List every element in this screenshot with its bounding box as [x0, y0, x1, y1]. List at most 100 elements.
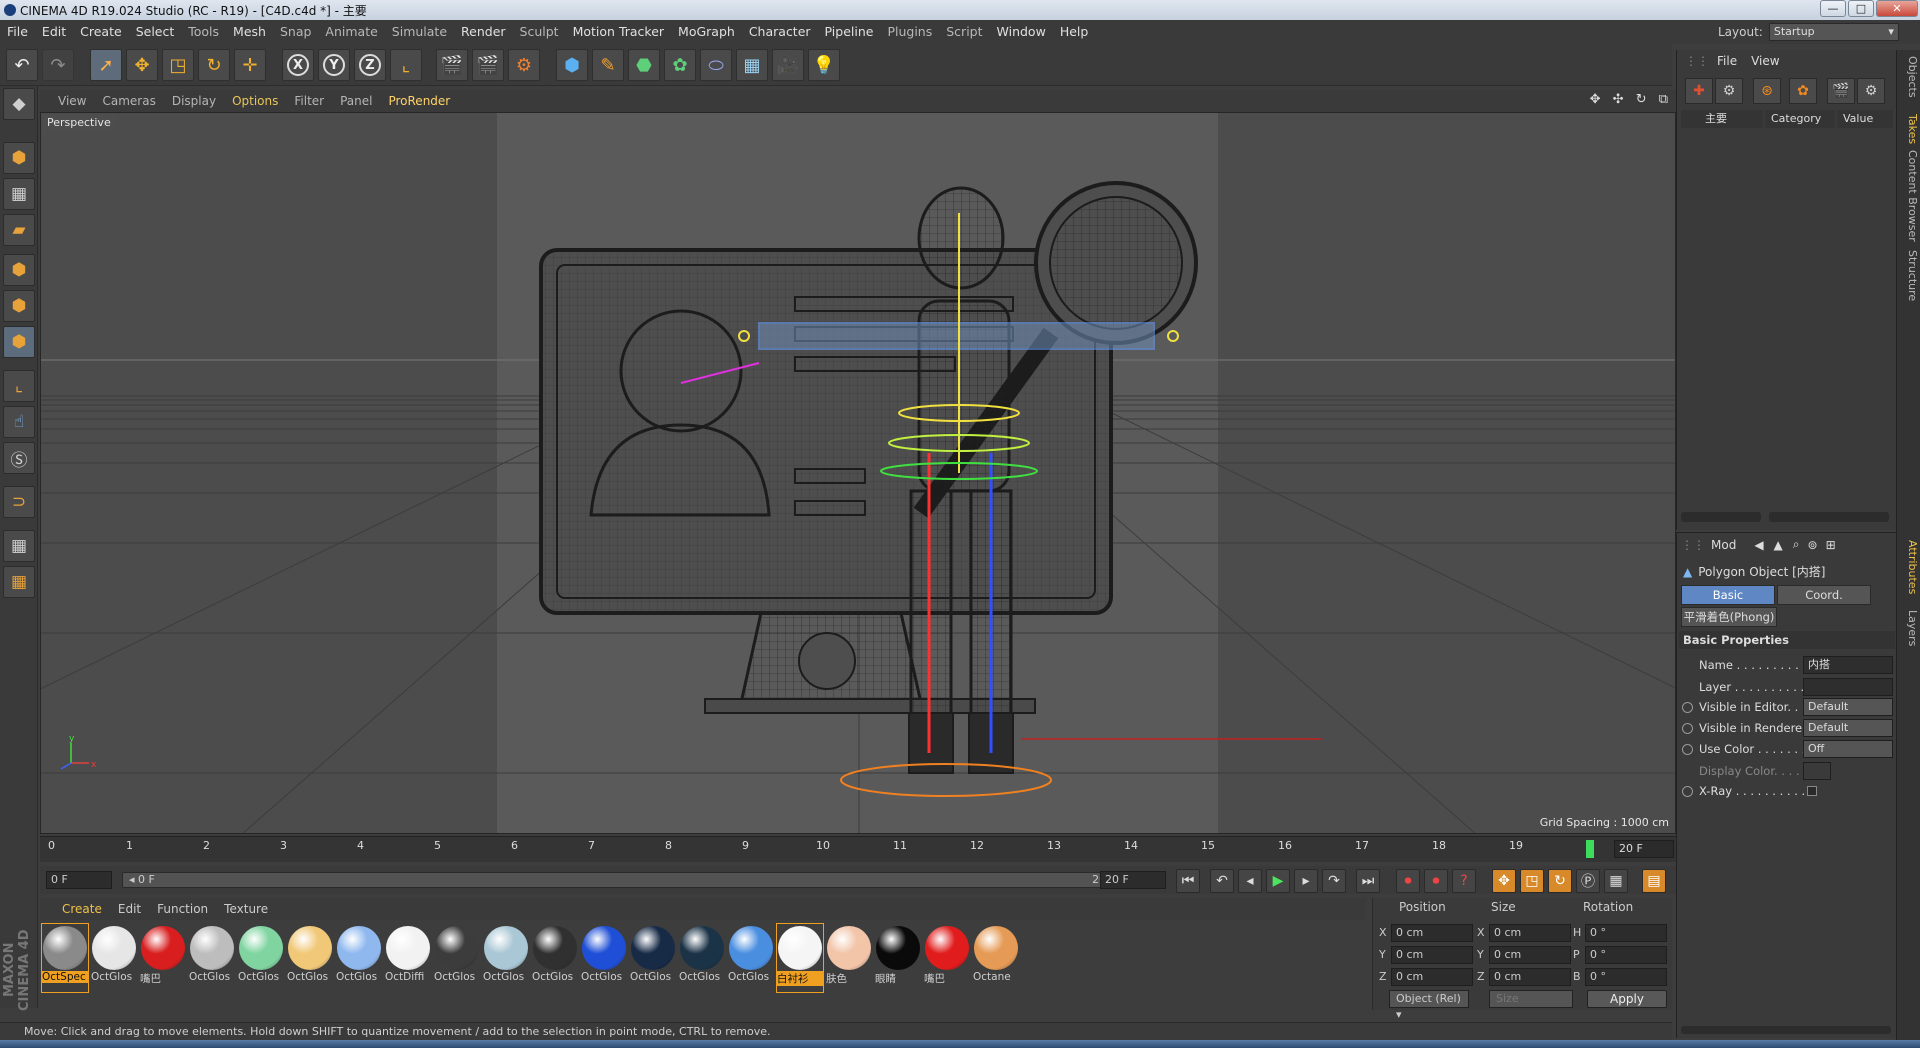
pen-icon[interactable]: ✎: [592, 49, 624, 81]
search-icon[interactable]: ⌕: [1793, 537, 1800, 552]
rot-h-field[interactable]: 0 °: [1585, 924, 1667, 942]
take-add-icon[interactable]: ✚: [1685, 78, 1713, 104]
subdivision-icon[interactable]: ⬣: [628, 49, 660, 81]
model-mode-icon[interactable]: ⬢: [3, 142, 35, 174]
material-swatch[interactable]: 嘴巴: [140, 924, 186, 992]
menu-file[interactable]: File: [0, 20, 35, 44]
size-z-field[interactable]: 0 cm: [1489, 968, 1571, 986]
material-swatch[interactable]: OctGlos: [238, 924, 284, 992]
take-lock-icon[interactable]: ✿: [1789, 78, 1817, 104]
viewport-menu-prorender[interactable]: ProRender: [380, 90, 458, 112]
material-swatch[interactable]: OctGlos: [581, 924, 627, 992]
takes-scrollbar-left[interactable]: [1681, 512, 1761, 522]
menu-window[interactable]: Window: [990, 20, 1053, 44]
material-swatch[interactable]: OctGlos: [434, 924, 480, 992]
start-frame-field[interactable]: 0 F: [46, 871, 112, 889]
play-icon[interactable]: ▶: [1266, 869, 1290, 893]
menu-pipeline[interactable]: Pipeline: [818, 20, 881, 44]
points-mode-icon[interactable]: ⬢: [3, 254, 35, 286]
material-swatch[interactable]: 眼睛: [875, 924, 921, 992]
anim-radio[interactable]: [1682, 702, 1693, 713]
key-pla-icon[interactable]: ▦: [1604, 869, 1628, 893]
rot-p-field[interactable]: 0 °: [1585, 946, 1667, 964]
material-swatch[interactable]: OctSpec: [41, 923, 89, 993]
locked-workplane-icon[interactable]: ▦: [3, 530, 35, 562]
take-auto-icon[interactable]: ⊛: [1753, 78, 1781, 104]
snap-icon[interactable]: Ⓢ: [3, 442, 35, 474]
axis-mode-icon[interactable]: ⌞: [3, 370, 35, 402]
next-frame-icon[interactable]: ▸: [1294, 869, 1318, 893]
side-tab-attributes[interactable]: Attributes: [1899, 540, 1919, 594]
material-swatch[interactable]: 肤色: [826, 924, 872, 992]
rotate-icon[interactable]: ↻: [198, 49, 230, 81]
material-swatch[interactable]: OctGlos: [483, 924, 529, 992]
texture-mode-icon[interactable]: ▦: [3, 178, 35, 210]
prop-name-field[interactable]: 内搭: [1803, 656, 1893, 674]
viewport-menu-panel[interactable]: Panel: [332, 90, 380, 112]
material-menu-function[interactable]: Function: [149, 898, 216, 920]
record-active-icon[interactable]: ⏺: [1396, 869, 1420, 893]
mograph-cloner-icon[interactable]: ✿: [664, 49, 696, 81]
menu-simulate[interactable]: Simulate: [385, 20, 454, 44]
menu-select[interactable]: Select: [129, 20, 182, 44]
y-axis-lock-icon[interactable]: Y: [318, 49, 350, 81]
takes-menu-view[interactable]: View: [1751, 54, 1779, 68]
go-to-end-icon[interactable]: ⏭: [1356, 869, 1380, 893]
viewport-menu-filter[interactable]: Filter: [286, 90, 332, 112]
coordinate-system-icon[interactable]: ⌞: [390, 49, 422, 81]
takes-scrollbar-right[interactable]: [1769, 512, 1889, 522]
material-swatch[interactable]: OctGlos: [679, 924, 725, 992]
side-tab-structure[interactable]: Structure: [1899, 250, 1919, 301]
material-swatch[interactable]: OctGlos: [728, 924, 774, 992]
next-key-icon[interactable]: ↷: [1322, 869, 1346, 893]
material-swatch[interactable]: OctGlos: [336, 924, 382, 992]
viewport-menu-cameras[interactable]: Cameras: [94, 90, 163, 112]
size-x-field[interactable]: 0 cm: [1489, 924, 1571, 942]
new-panel-icon[interactable]: ⊞: [1826, 538, 1836, 552]
prop-xray-checkbox[interactable]: [1807, 786, 1817, 796]
menu-snap[interactable]: Snap: [273, 20, 318, 44]
menu-script[interactable]: Script: [939, 20, 989, 44]
tab-phong[interactable]: 平滑着色(Phong): [1681, 607, 1777, 627]
nav-back-icon[interactable]: ◀: [1754, 538, 1763, 552]
prop-display-color-swatch[interactable]: [1803, 762, 1831, 780]
go-to-start-icon[interactable]: ⏮: [1176, 869, 1200, 893]
material-swatch[interactable]: OctGlos: [91, 924, 137, 992]
scale-icon[interactable]: ◳: [162, 49, 194, 81]
redo-icon[interactable]: ↷: [42, 49, 74, 81]
timeline-scheme-icon[interactable]: ▤: [1642, 869, 1666, 893]
pos-x-field[interactable]: 0 cm: [1391, 924, 1473, 942]
floor-icon[interactable]: ▦: [736, 49, 768, 81]
previous-key-icon[interactable]: ↶: [1210, 869, 1234, 893]
menu-render[interactable]: Render: [454, 20, 513, 44]
polygons-mode-icon[interactable]: ⬢: [3, 326, 35, 358]
key-position-icon[interactable]: ✥: [1492, 869, 1516, 893]
previous-frame-icon[interactable]: ◂: [1238, 869, 1262, 893]
rot-b-field[interactable]: 0 °: [1585, 968, 1667, 986]
keyframe-selection-icon[interactable]: ?: [1452, 869, 1476, 893]
viewport-3d[interactable]: y x Perspective Grid Spacing : 1000 cm: [40, 112, 1676, 834]
current-frame-field[interactable]: 20 F: [1614, 840, 1674, 858]
side-tab-takes[interactable]: Takes: [1899, 114, 1919, 144]
workplane-mode-icon[interactable]: ▰: [3, 214, 35, 246]
viewport-menu-display[interactable]: Display: [164, 90, 224, 112]
menu-sculpt[interactable]: Sculpt: [513, 20, 566, 44]
frame-range-slider[interactable]: ◂ 0 F 20 F ▸: [122, 872, 1132, 888]
anim-radio[interactable]: [1682, 744, 1693, 755]
anim-radio[interactable]: [1682, 786, 1693, 797]
cube-icon[interactable]: ⬢: [556, 49, 588, 81]
attributes-scrollbar[interactable]: [1681, 1026, 1891, 1034]
z-axis-lock-icon[interactable]: Z: [354, 49, 386, 81]
material-menu-texture[interactable]: Texture: [216, 898, 276, 920]
menu-tools[interactable]: Tools: [181, 20, 226, 44]
tweak-mode-icon[interactable]: ☝: [3, 406, 35, 438]
menu-mesh[interactable]: Mesh: [226, 20, 273, 44]
material-swatch[interactable]: OctDiffi: [385, 924, 431, 992]
prop-use-color-dropdown[interactable]: Off: [1803, 740, 1893, 758]
tab-coord[interactable]: Coord.: [1777, 585, 1871, 605]
takes-menu-file[interactable]: File: [1717, 54, 1737, 68]
material-swatch[interactable]: 白衬衫: [776, 923, 824, 993]
material-swatch[interactable]: OctGlos: [287, 924, 333, 992]
pos-z-field[interactable]: 0 cm: [1391, 968, 1473, 986]
viewport-nav-icons[interactable]: ✥ ✣ ↻ ⧉: [1590, 92, 1672, 107]
